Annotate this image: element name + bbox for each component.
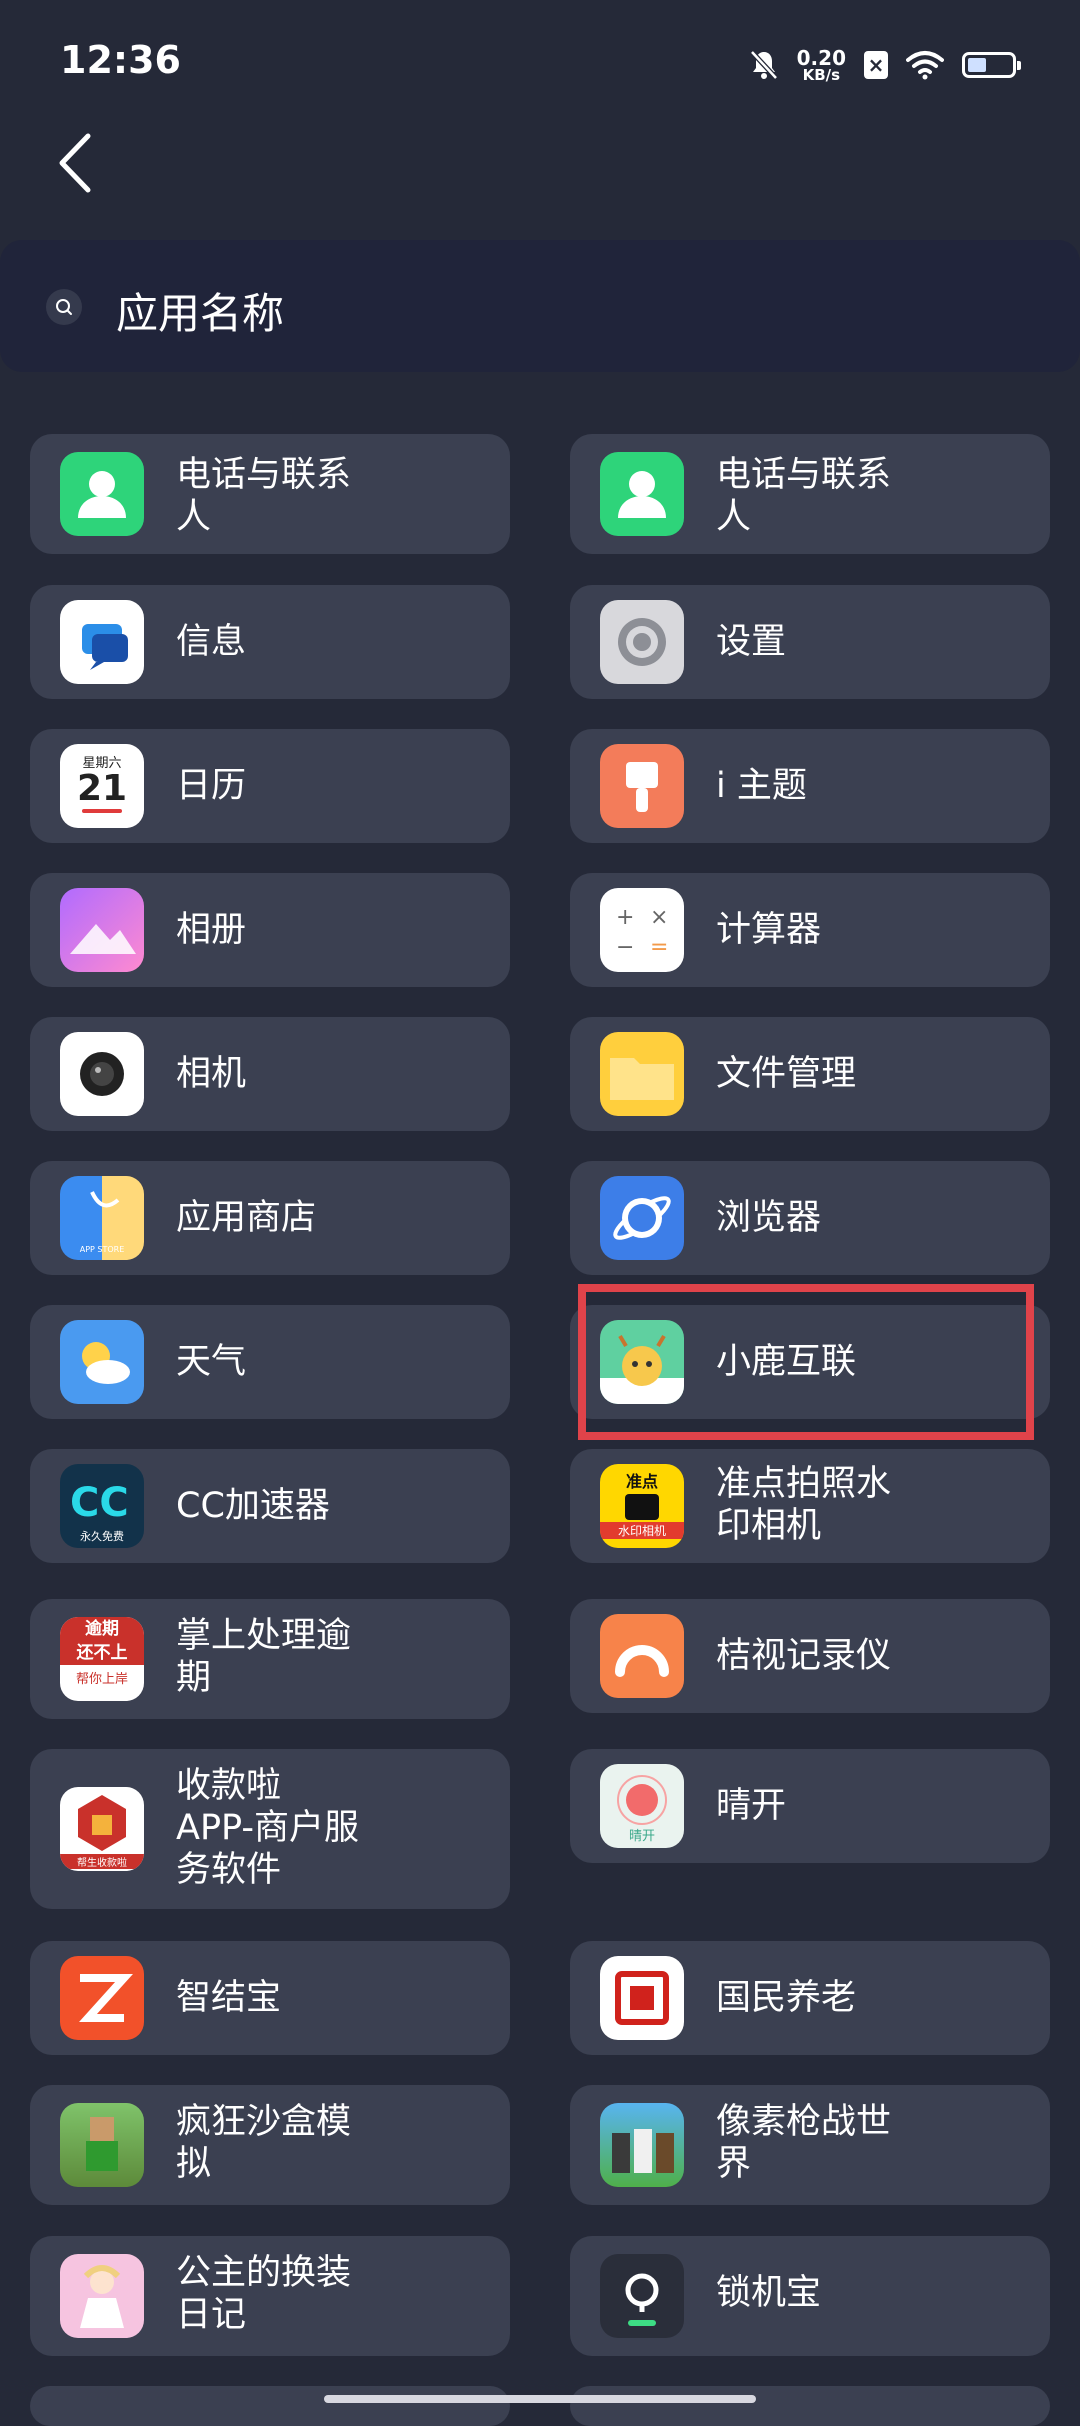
search-label: 应用名称 [116, 289, 285, 338]
app-name: 日历 [176, 766, 247, 806]
chevron-left-icon[interactable] [52, 128, 102, 198]
app-card-app-store[interactable]: APP STORE 应用商店 [30, 1161, 510, 1275]
app-card-cc[interactable]: CC 永久免费 CC加速器 [30, 1449, 510, 1563]
app-name: 电话与联系 人 [716, 455, 892, 537]
app-card-calculator[interactable]: + × − = 计算器 [570, 873, 1050, 987]
app-card-sandbox[interactable]: 疯狂沙盒模 拟 [30, 2085, 510, 2205]
overdue-app-icon: 逾期 还不上 帮你上岸 [60, 1617, 144, 1701]
app-card-overdue[interactable]: 逾期 还不上 帮你上岸 掌上处理逾 期 [30, 1599, 510, 1719]
app-card-princess[interactable]: 公主的换装 日记 [30, 2236, 510, 2356]
app-name: 晴开 [716, 1786, 787, 1826]
app-card-pension[interactable]: 国民养老 [570, 1941, 1050, 2055]
zjb-app-icon [60, 1956, 144, 2040]
lock-app-icon [600, 2254, 684, 2338]
app-name: 电话与联系 人 [176, 455, 352, 537]
app-card-qingkai[interactable]: 晴开 晴开 [570, 1749, 1050, 1863]
watermark-camera-icon: 准点 水印相机 [600, 1464, 684, 1548]
calendar-icon: 星期六 21 [60, 744, 144, 828]
app-card-files[interactable]: 文件管理 [570, 1017, 1050, 1131]
folder-icon [600, 1032, 684, 1116]
status-bar: 12:36 0.20 KB/s × [0, 0, 1080, 110]
app-name: 文件管理 [716, 1054, 857, 1094]
contacts-icon [60, 452, 144, 536]
app-card-partial[interactable] [570, 2386, 1050, 2426]
status-icons: 0.20 KB/s × [749, 40, 1021, 90]
app-name: 像素枪战世 界 [716, 2102, 892, 2184]
app-card-calendar[interactable]: 星期六 21 日历 [30, 729, 510, 843]
sandbox-game-icon [60, 2103, 144, 2187]
app-name: 掌上处理逾 期 [176, 1616, 352, 1698]
app-card-theme[interactable]: i 主题 [570, 729, 1050, 843]
app-card-gallery[interactable]: 相册 [30, 873, 510, 987]
app-card-contacts-2[interactable]: 电话与联系 人 [570, 434, 1050, 554]
app-name: 计算器 [716, 910, 822, 950]
app-card-contacts[interactable]: 电话与联系 人 [30, 434, 510, 554]
status-time: 12:36 [60, 38, 181, 82]
browser-planet-icon [600, 1176, 684, 1260]
svg-text:CC: CC [70, 1480, 129, 1526]
app-name: 浏览器 [716, 1198, 822, 1238]
theme-brush-icon [600, 744, 684, 828]
app-name: 相册 [176, 910, 247, 950]
search-icon [46, 289, 82, 325]
svg-text:=: = [650, 935, 668, 960]
app-name: 收款啦 APP-商户服 务软件 [176, 1766, 360, 1890]
app-name: i 主题 [716, 766, 807, 806]
app-name: 智结宝 [176, 1978, 282, 2018]
pension-app-icon [600, 1956, 684, 2040]
svg-text:×: × [650, 905, 668, 930]
app-card-camera[interactable]: 相机 [30, 1017, 510, 1131]
app-card-lock[interactable]: 锁机宝 [570, 2236, 1050, 2356]
messages-icon [60, 600, 144, 684]
app-card-partial[interactable] [30, 2386, 510, 2426]
app-card-payment[interactable]: 帮生收款啦 收款啦 APP-商户服 务软件 [30, 1749, 510, 1909]
selection-highlight [578, 1284, 1034, 1440]
cc-accelerator-icon: CC 永久免费 [60, 1464, 144, 1548]
app-card-zjb[interactable]: 智结宝 [30, 1941, 510, 2055]
app-name: 国民养老 [716, 1978, 857, 2018]
app-name: CC加速器 [176, 1486, 330, 1526]
close-box-icon: × [864, 51, 888, 79]
dashcam-icon [600, 1614, 684, 1698]
app-name: 设置 [716, 622, 787, 662]
svg-text:−: − [616, 935, 634, 960]
app-name: 准点拍照水 印相机 [716, 1464, 892, 1546]
app-card-pixel-shooter[interactable]: 像素枪战世 界 [570, 2085, 1050, 2205]
app-card-dashcam[interactable]: 桔视记录仪 [570, 1599, 1050, 1713]
app-name: 疯狂沙盒模 拟 [176, 2102, 352, 2184]
battery-icon [962, 52, 1021, 78]
weather-icon [60, 1320, 144, 1404]
app-name: 锁机宝 [716, 2273, 822, 2313]
calculator-icon: + × − = [600, 888, 684, 972]
app-card-watermark-camera[interactable]: 准点 水印相机 准点拍照水 印相机 [570, 1449, 1050, 1563]
network-speed: 0.20 KB/s [796, 45, 846, 84]
app-card-messages[interactable]: 信息 [30, 585, 510, 699]
app-name: 相机 [176, 1054, 247, 1094]
app-card-weather[interactable]: 天气 [30, 1305, 510, 1419]
home-indicator[interactable] [324, 2395, 756, 2403]
mute-bell-icon [749, 50, 778, 80]
camera-icon [60, 1032, 144, 1116]
app-name: 应用商店 [176, 1198, 317, 1238]
svg-text:+: + [616, 905, 634, 930]
wifi-icon [906, 51, 944, 80]
pixel-shooter-icon [600, 2103, 684, 2187]
contacts-icon [600, 452, 684, 536]
payment-app-icon: 帮生收款啦 [60, 1787, 144, 1871]
app-name: 信息 [176, 622, 247, 662]
app-name: 公主的换装 日记 [176, 2253, 352, 2335]
app-card-browser[interactable]: 浏览器 [570, 1161, 1050, 1275]
gear-icon [600, 600, 684, 684]
app-card-settings[interactable]: 设置 [570, 585, 1050, 699]
princess-dressup-icon [60, 2254, 144, 2338]
search-bar[interactable]: 应用名称 [0, 240, 1080, 372]
app-name: 天气 [176, 1342, 247, 1382]
sun-app-icon: 晴开 [600, 1764, 684, 1848]
app-store-icon: APP STORE [60, 1176, 144, 1260]
app-name: 桔视记录仪 [716, 1636, 892, 1676]
gallery-icon [60, 888, 144, 972]
